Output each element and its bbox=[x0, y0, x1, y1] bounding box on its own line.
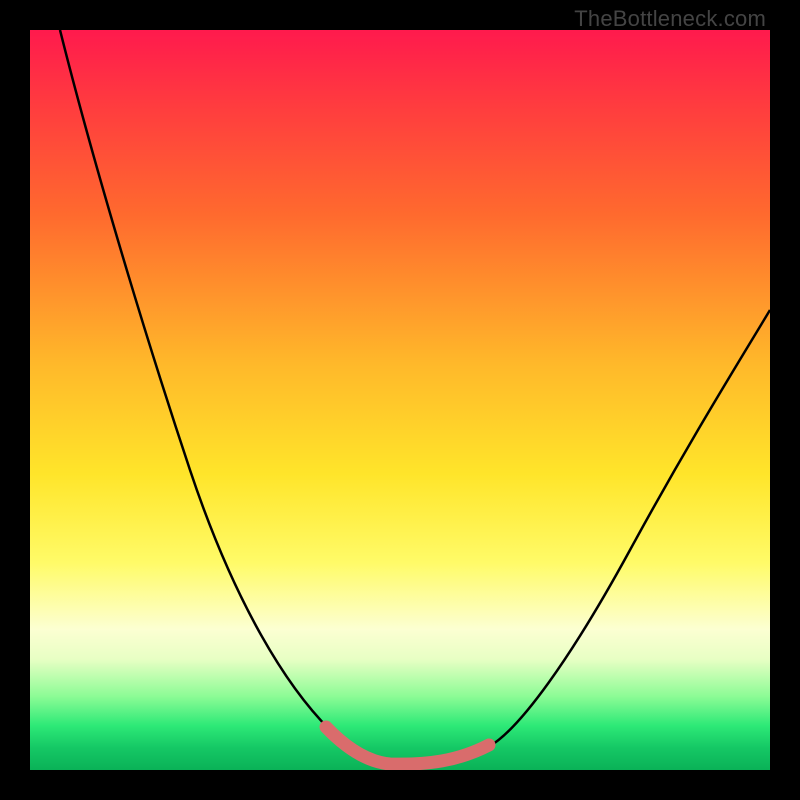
chart-svg bbox=[30, 30, 770, 770]
chart-container: TheBottleneck.com bbox=[0, 0, 800, 800]
bottleneck-curve-line bbox=[60, 30, 770, 765]
optimal-range-marker bbox=[326, 727, 489, 764]
watermark-text: TheBottleneck.com bbox=[574, 6, 766, 32]
plot-area bbox=[30, 30, 770, 770]
